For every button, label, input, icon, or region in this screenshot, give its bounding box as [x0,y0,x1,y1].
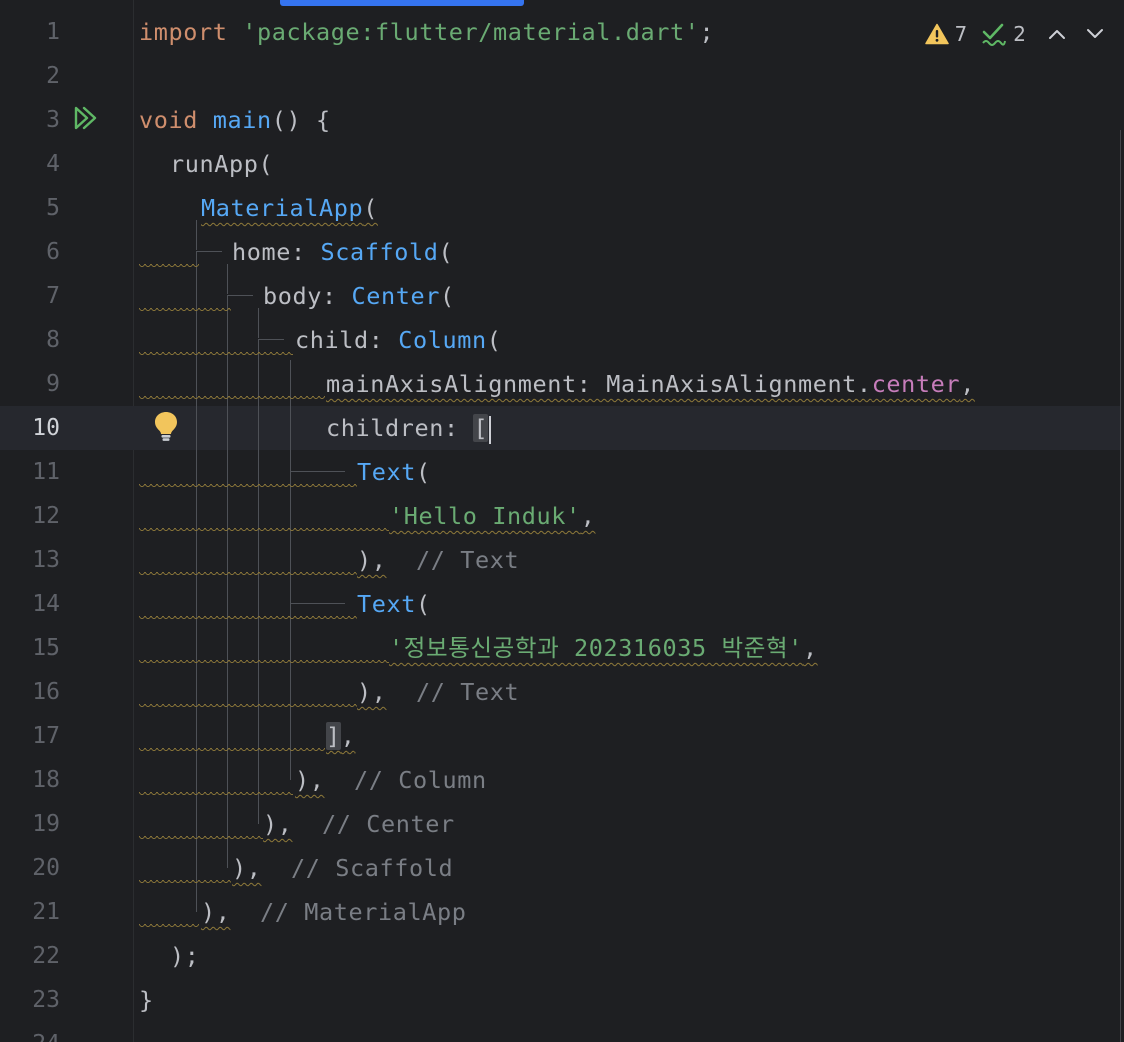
line-number: 18 [32,767,60,793]
line-number: 10 [32,415,60,441]
code-text[interactable]: ), // MaterialApp [201,890,466,934]
line-number: 22 [32,943,60,969]
code-line-2[interactable]: 2 [0,54,1120,98]
indent-guide [258,339,284,340]
chevron-down-icon[interactable] [1086,28,1104,40]
code-text[interactable]: children: [ [326,406,492,450]
code-text[interactable]: home: Scaffold( [232,230,453,274]
warning-underline [139,880,231,886]
run-icon[interactable] [72,104,100,136]
indent-guide [290,471,345,472]
text-caret [489,415,492,444]
warning-underline [139,660,389,666]
code-editor[interactable]: 1 import 'package:flutter/material.dart'… [0,0,1124,1042]
horizontal-scroll-thumb[interactable] [280,0,524,6]
line-number: 6 [46,239,60,265]
line-number: 3 [46,107,60,133]
warning-underline [139,836,263,842]
line-number: 1 [46,19,60,45]
code-line-24[interactable]: 24 [0,1022,1120,1042]
indent-guide [290,603,345,604]
typo-check-icon [981,22,1007,46]
indent-guide [227,295,253,296]
code-text[interactable]: body: Center( [263,274,455,318]
code-text[interactable]: ), // Column [295,758,487,802]
line-number: 23 [32,987,60,1013]
chevron-up-icon[interactable] [1048,28,1066,40]
code-text[interactable]: ), // Center [263,802,455,846]
line-number: 19 [32,811,60,837]
warning-underline [139,484,357,490]
code-line-5[interactable]: 5 MaterialApp( [0,186,1120,230]
warning-underline [139,572,357,578]
indent-guide [196,252,197,912]
typo-counter[interactable]: 2 [981,22,1026,46]
line-number: 21 [32,899,60,925]
line-number: 17 [32,723,60,749]
line-number: 20 [32,855,60,881]
indent-guide [258,308,259,338]
code-text[interactable]: runApp( [170,142,273,186]
code-text[interactable]: ); [170,934,200,978]
line-number: 9 [46,371,60,397]
indent-guide [227,264,228,294]
inspection-widget[interactable]: 7 2 [924,18,1104,50]
code-text[interactable]: ], [326,714,356,758]
warning-icon [924,23,949,45]
warning-underline [139,704,357,710]
warning-underline [139,924,199,930]
line-number: 12 [32,503,60,529]
warnings-counter[interactable]: 7 [924,22,968,46]
code-text[interactable]: ), // Text [357,670,519,714]
warning-underline [139,396,325,402]
code-text[interactable]: Text( [357,450,431,494]
code-text[interactable]: ), // Text [357,538,519,582]
code-text[interactable]: child: Column( [295,318,502,362]
code-line-23[interactable]: 23 } [0,978,1120,1022]
code-text[interactable]: mainAxisAlignment: MainAxisAlignment.cen… [326,362,975,406]
warning-underline [139,792,293,798]
indent-guide [227,296,228,868]
typo-count: 2 [1013,22,1026,46]
line-number: 13 [32,547,60,573]
code-text[interactable]: 'Hello Induk', [389,494,595,538]
indent-guide [196,220,197,250]
code-text[interactable]: } [139,978,154,1022]
code-line-4[interactable]: 4 runApp( [0,142,1120,186]
code-text[interactable]: void main() { [139,98,331,142]
line-number: 5 [46,195,60,221]
warning-underline [139,748,325,754]
line-number: 15 [32,635,60,661]
code-line-3[interactable]: 3 void main() { [0,98,1120,142]
line-number: 4 [46,151,60,177]
code-line-22[interactable]: 22 ); [0,934,1120,978]
code-text[interactable]: import 'package:flutter/material.dart'; [139,10,714,54]
warning-underline [139,264,199,270]
line-number: 24 [0,1022,60,1042]
warning-count: 7 [954,22,968,46]
code-text[interactable]: ), // Scaffold [232,846,453,890]
line-number: 11 [32,459,60,485]
lightbulb-icon[interactable] [152,410,180,446]
warning-underline [139,616,357,622]
vertical-scrollbar[interactable] [1120,130,1124,1042]
line-number: 14 [32,591,60,617]
warning-underline [139,528,389,534]
line-number: 8 [46,327,60,353]
warning-underline [139,308,231,314]
line-number: 7 [46,283,60,309]
code-text[interactable]: '정보통신공학과 202316035 박준혁', [389,626,818,670]
line-number: 2 [46,63,60,89]
matched-bracket: [ [473,414,489,442]
code-text[interactable]: Text( [357,582,431,626]
indent-guide [196,251,222,252]
line-number: 16 [32,679,60,705]
matched-bracket: ] [326,722,341,750]
warning-underline [139,352,293,358]
code-text[interactable]: MaterialApp( [201,186,378,230]
